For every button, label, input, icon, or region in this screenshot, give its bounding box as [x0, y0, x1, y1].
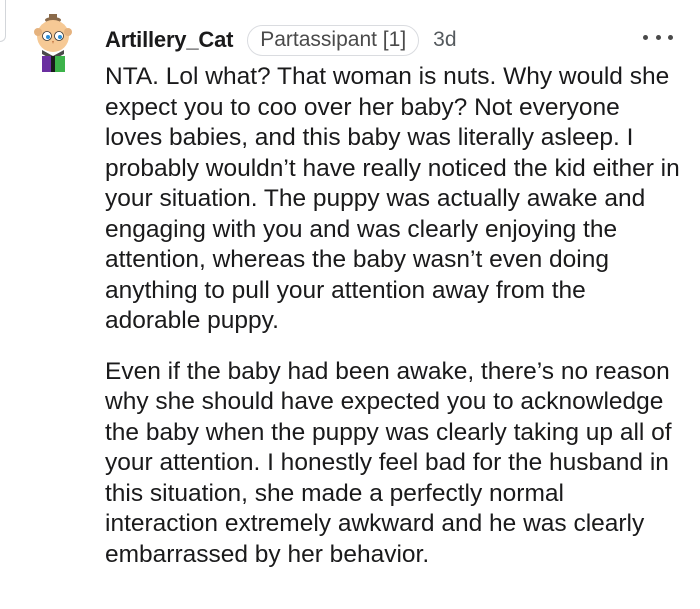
user-flair-badge: Partassipant [1]	[247, 24, 420, 56]
comment-age: 3d	[433, 28, 457, 51]
username-link[interactable]: Artillery_Cat	[105, 27, 233, 53]
comment-body: NTA. Lol what? That woman is nuts. Why w…	[105, 62, 683, 590]
comment: Artillery_Cat Partassipant [1] 3d NTA. L…	[0, 0, 700, 609]
comment-header: Artillery_Cat Partassipant [1] 3d	[105, 22, 457, 58]
cartoon-avatar-icon[interactable]	[30, 12, 80, 72]
comment-paragraph: NTA. Lol what? That woman is nuts. Why w…	[105, 63, 680, 334]
comment-paragraph: Even if the baby had been awake, there’s…	[105, 357, 672, 568]
more-options-icon[interactable]	[643, 30, 673, 44]
